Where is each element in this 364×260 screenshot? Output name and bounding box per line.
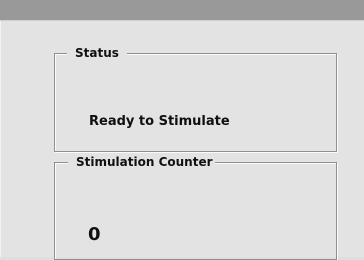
main-panel: Status Ready to Stimulate Stimulation Co…: [0, 21, 364, 260]
window-title-bar: [0, 0, 364, 21]
status-groupbox: Status Ready to Stimulate: [54, 45, 337, 152]
stimulation-counter-group-title: Stimulation Counter: [68, 154, 215, 170]
status-group-title: Status: [67, 45, 127, 61]
stimulation-counter-value: 0: [88, 224, 101, 245]
status-message: Ready to Stimulate: [89, 114, 230, 129]
stimulation-counter-groupbox: Stimulation Counter 0: [54, 154, 337, 260]
